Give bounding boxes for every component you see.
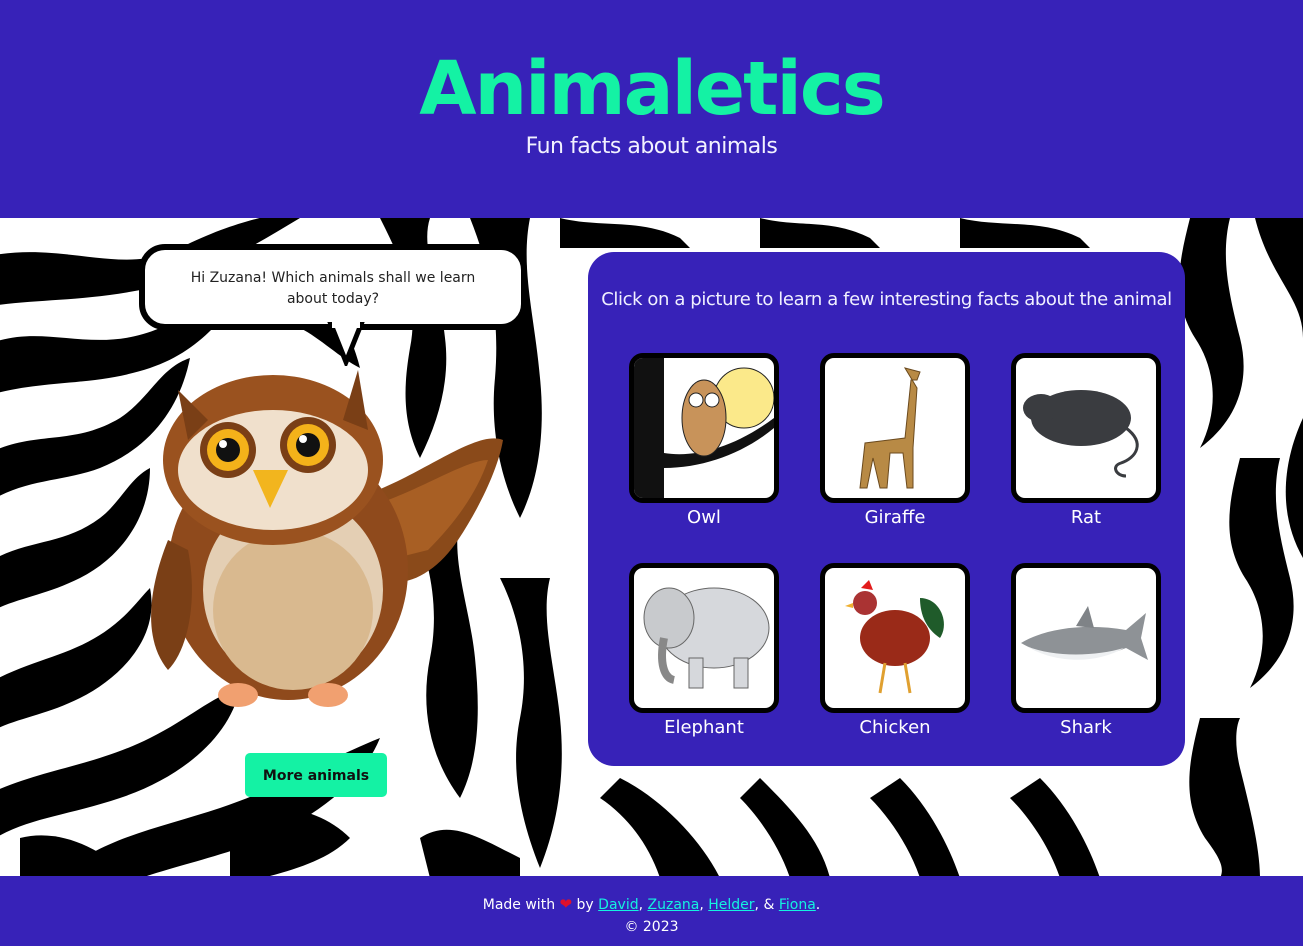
animal-card-shark[interactable]: Shark [1011, 563, 1161, 743]
animal-image-frame[interactable] [820, 563, 970, 713]
giraffe-icon [859, 367, 921, 489]
shark-icon [1021, 606, 1148, 660]
animal-image-frame[interactable] [629, 353, 779, 503]
animal-name: Giraffe [864, 507, 926, 528]
animal-card-elephant[interactable]: Elephant [629, 563, 779, 743]
separator: , [699, 897, 704, 913]
animal-name: Shark [1060, 717, 1112, 738]
site-footer: Made with ❤ by David, Zuzana, Helder, & … [0, 876, 1303, 946]
animal-card-chicken[interactable]: Chicken [820, 563, 970, 743]
site-subtitle: Fun facts about animals [525, 134, 778, 159]
author-link-fiona[interactable]: Fiona [779, 897, 816, 913]
speech-text: Hi Zuzana! Which animals shall we learn … [190, 270, 476, 307]
animal-image-frame[interactable] [1011, 353, 1161, 503]
more-animals-button[interactable]: More animals [245, 753, 387, 797]
animal-name: Chicken [859, 717, 931, 738]
animal-card-rat[interactable]: Rat [1011, 353, 1161, 533]
animal-name: Owl [687, 507, 721, 528]
panel-prompt: Click on a picture to learn a few intere… [601, 289, 1172, 310]
animal-image-frame[interactable] [820, 353, 970, 503]
copyright: © 2023 [624, 919, 679, 935]
elephant-icon [643, 587, 770, 689]
animal-image-frame[interactable] [629, 563, 779, 713]
animal-name: Rat [1070, 507, 1102, 528]
site-title: Animaletics [419, 46, 886, 132]
separator: , [638, 897, 644, 913]
heart-icon: ❤ [559, 895, 573, 913]
animal-picker-panel: Click on a picture to learn a few intere… [588, 252, 1185, 766]
author-link-david[interactable]: David [598, 897, 638, 913]
rat-icon [1023, 390, 1139, 478]
chicken-icon [845, 580, 944, 694]
by-text: by [576, 897, 594, 913]
owl-icon [634, 358, 774, 498]
animal-name: Elephant [664, 717, 744, 738]
credits-line: Made with ❤ by David, Zuzana, Helder, & … [0, 895, 1303, 913]
animal-image-frame[interactable] [1011, 563, 1161, 713]
animal-card-giraffe[interactable]: Giraffe [820, 353, 970, 533]
separator: , & [754, 897, 775, 913]
made-with-text: Made with [482, 897, 556, 913]
author-link-zuzana[interactable]: Zuzana [648, 897, 700, 913]
author-link-helder[interactable]: Helder [708, 897, 754, 913]
animal-card-owl[interactable]: Owl [629, 353, 779, 533]
end-punctuation: . [815, 897, 821, 913]
speech-bubble: Hi Zuzana! Which animals shall we learn … [139, 244, 527, 330]
owl-mascot-icon [151, 370, 503, 707]
site-header: Animaletics Fun facts about animals [0, 0, 1303, 218]
